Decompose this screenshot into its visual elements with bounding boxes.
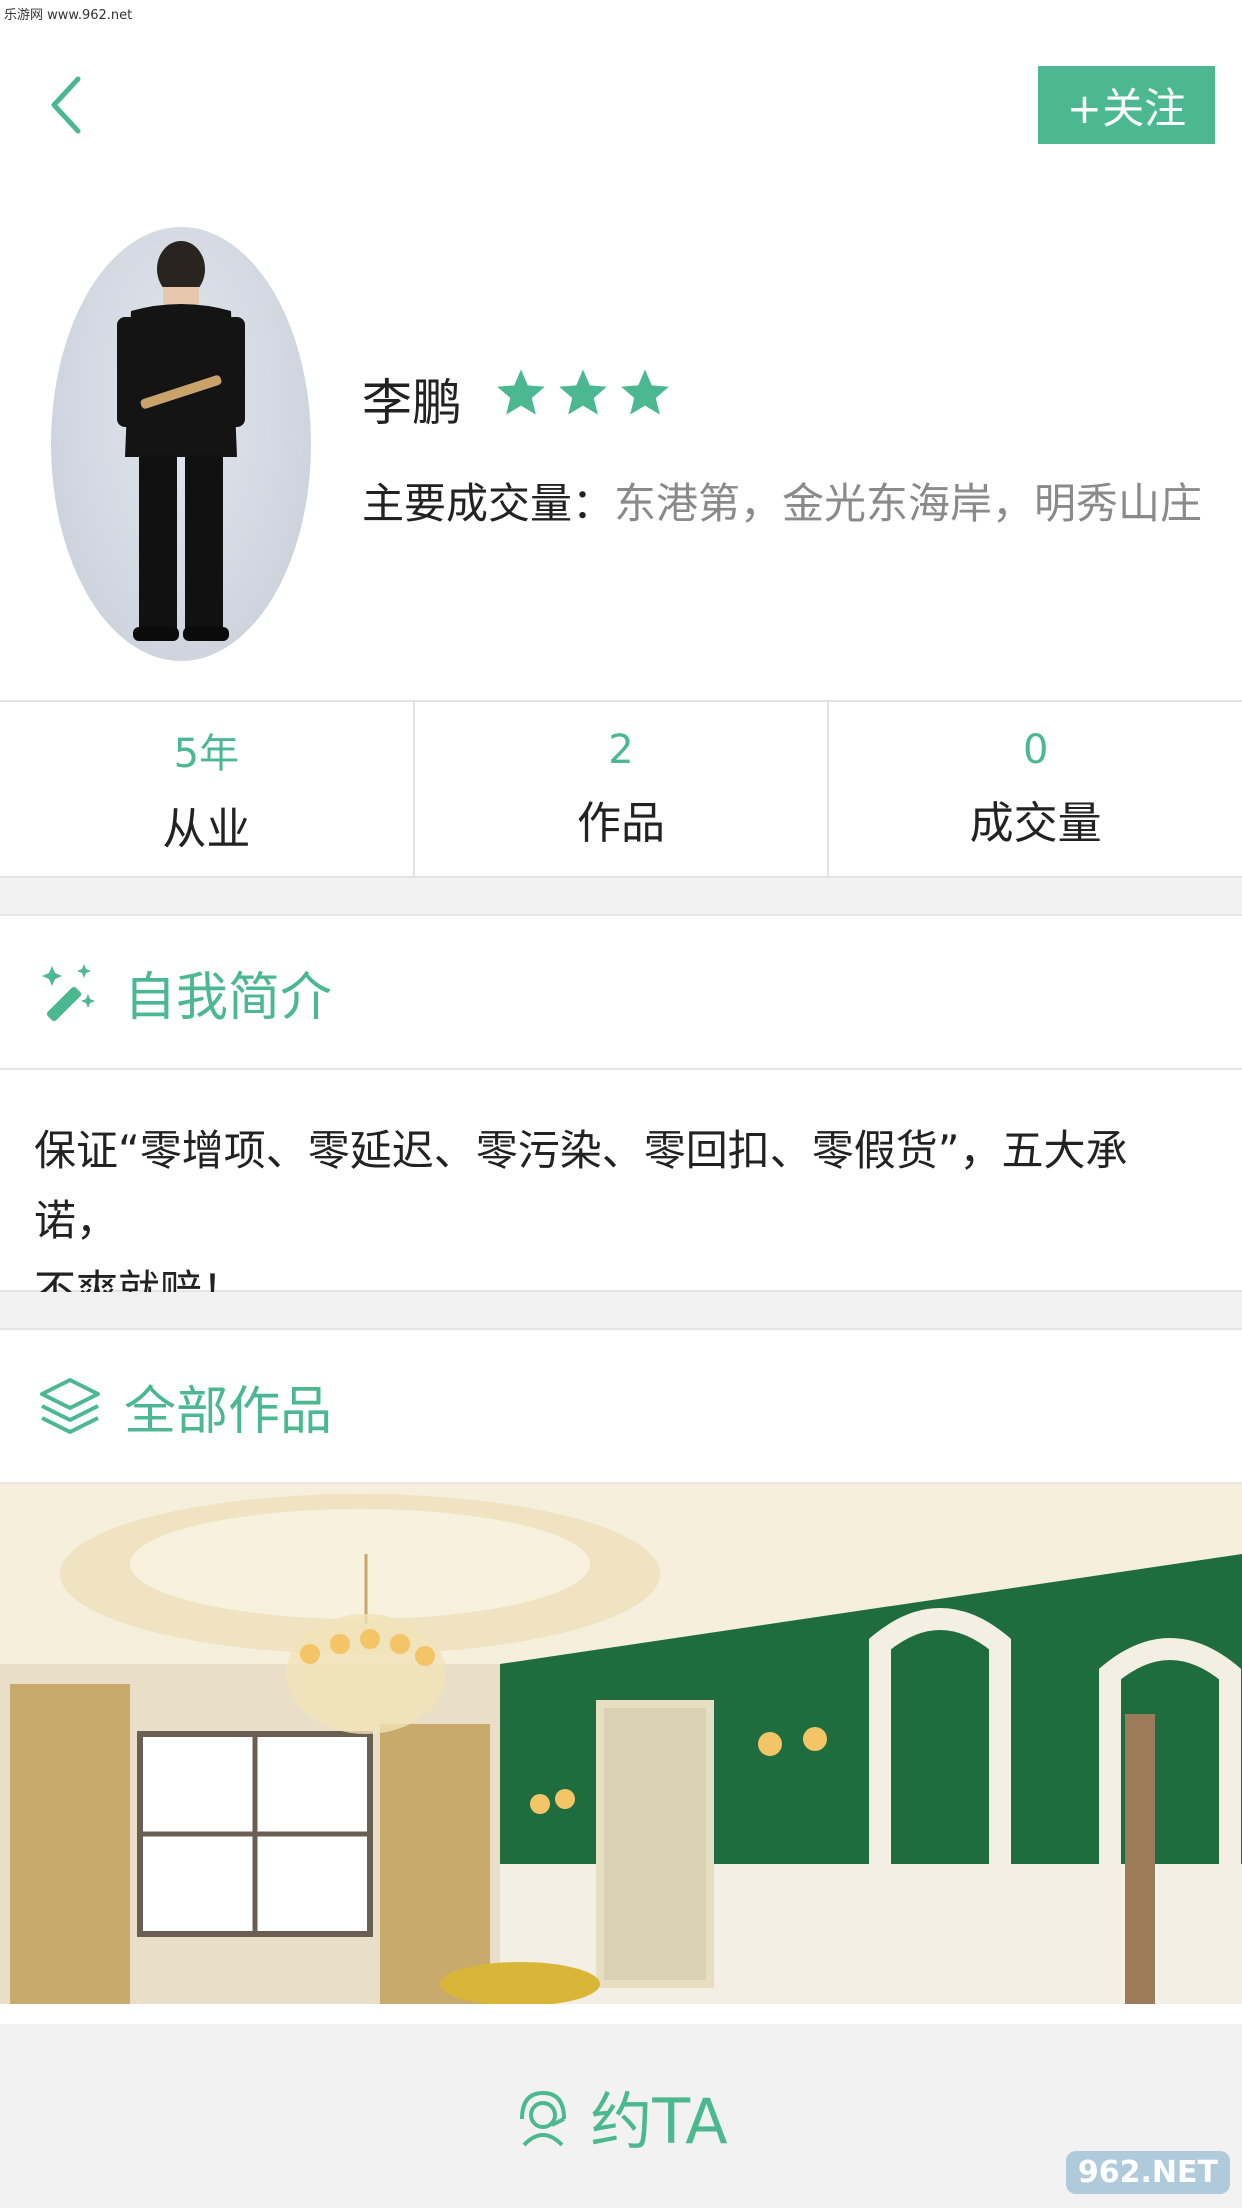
follow-button[interactable]: +关注 (1038, 66, 1215, 144)
stat-label: 成交量 (969, 798, 1102, 849)
main-deals-label: 主要成交量： (362, 479, 615, 528)
section-divider (0, 878, 1242, 914)
magic-wand-icon (42, 964, 95, 1022)
avatar (51, 227, 311, 661)
section-title: 全部作品 (124, 1381, 333, 1442)
stat-value: 2 (608, 727, 634, 773)
stats-bar: 5年 从业 2 作品 0 成交量 (0, 700, 1242, 878)
watermark-logo: 962.NET (1065, 2151, 1230, 2194)
rating-stars (494, 366, 672, 420)
stat-deals[interactable]: 0 成交量 (829, 702, 1242, 876)
stat-label: 从业 (162, 804, 251, 855)
stat-experience: 5年 从业 (0, 702, 415, 876)
stat-value: 0 (1022, 727, 1049, 773)
intro-text: 保证“零增项、零延迟、零污染、零回扣、零假货”，五大承诺， 不爽就赔！ (0, 1072, 1242, 1315)
star-icon (559, 369, 607, 415)
stat-label: 作品 (577, 798, 665, 849)
agent-name: 李鹏 (362, 374, 462, 432)
intro-line: 保证“零增项、零延迟、零污染、零回扣、零假货”，五大承诺， (34, 1126, 1128, 1245)
chevron-left-icon (51, 76, 81, 134)
section-divider (0, 1292, 1242, 1328)
book-button[interactable]: 约TA (0, 2024, 1242, 2208)
stat-works[interactable]: 2 作品 (415, 702, 830, 876)
main-deals-row: 主要成交量：东港第，金光东海岸，明秀山庄 (362, 470, 1202, 531)
intro-section-header: 自我简介 (0, 914, 1242, 1070)
layers-icon (40, 1378, 100, 1434)
stat-value: 5年 (173, 731, 240, 777)
book-button-label: 约TA (590, 2085, 728, 2158)
headset-icon (520, 2090, 567, 2147)
star-icon (497, 369, 545, 415)
main-deals-value: 东港第，金光东海岸，明秀山庄 (614, 479, 1203, 528)
back-button[interactable] (40, 70, 90, 140)
section-title: 自我简介 (124, 967, 333, 1028)
works-section-header: 全部作品 (0, 1328, 1242, 1484)
star-icon (621, 369, 669, 415)
work-thumbnail[interactable] (0, 1484, 1242, 2004)
watermark-text: 乐游网 www.962.net (4, 8, 133, 23)
